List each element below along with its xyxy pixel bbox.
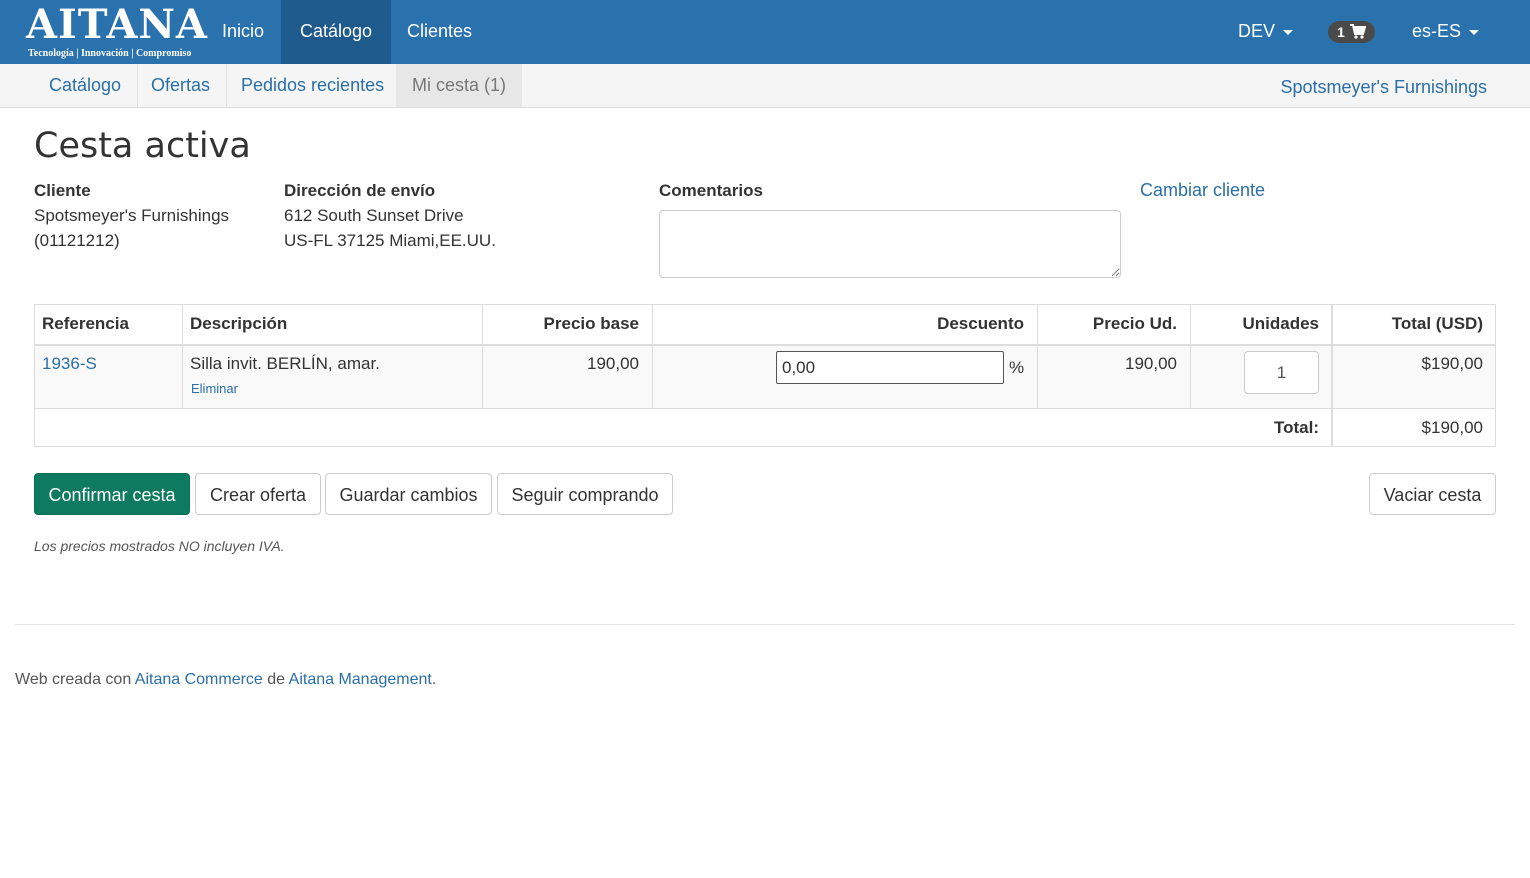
footer-suffix: .	[431, 671, 437, 688]
product-reference-link[interactable]: 1936-S	[42, 354, 97, 374]
subnav-catalogo[interactable]: Catálogo	[33, 64, 139, 107]
comments-label: Comentarios	[659, 181, 763, 200]
locale-dropdown[interactable]: es-ES	[1393, 0, 1498, 64]
client-code: (01121212)	[34, 231, 120, 250]
aitana-logo[interactable]: AITANA Tecnología | Innovación | Comprom…	[22, 3, 207, 61]
continue-shopping-button[interactable]: Seguir comprando	[497, 473, 673, 515]
header-descripcion: Descripción	[190, 314, 288, 333]
comments-textarea[interactable]	[659, 210, 1121, 278]
discount-percent-sign: %	[1009, 358, 1025, 377]
product-unit-price: 190,00	[1125, 354, 1177, 373]
top-navbar: AITANA Tecnología | Innovación | Comprom…	[0, 0, 1530, 64]
total-value: $190,00	[1421, 418, 1483, 437]
cart-icon	[1350, 24, 1366, 39]
cart-count: 1	[1337, 24, 1345, 40]
header-precio-base: Precio base	[543, 314, 639, 333]
confirm-cart-button[interactable]: Confirmar cesta	[34, 473, 190, 515]
header-descuento: Descuento	[937, 314, 1024, 333]
sub-navbar: Catálogo Ofertas Pedidos recientes Mi ce…	[0, 64, 1530, 108]
header-precio-ud: Precio Ud.	[1092, 314, 1177, 333]
subnav-mi-cesta[interactable]: Mi cesta (1)	[396, 64, 523, 107]
address-line-1: 612 South Sunset Drive	[284, 206, 464, 225]
total-label: Total:	[1273, 418, 1319, 437]
caret-down-icon	[1283, 29, 1294, 35]
logo-tagline: Tecnología | Innovación | Compromiso	[28, 48, 192, 59]
column-divider	[1331, 305, 1333, 447]
save-changes-button[interactable]: Guardar cambios	[325, 473, 492, 515]
footer-link-aitana-commerce[interactable]: Aitana Commerce	[135, 671, 263, 688]
caret-down-icon	[1469, 29, 1480, 35]
change-client-link[interactable]: Cambiar cliente	[1140, 180, 1265, 201]
current-customer-link[interactable]: Spotsmeyer's Furnishings	[1280, 64, 1487, 110]
header-divider	[35, 344, 1495, 346]
client-label: Cliente	[34, 181, 91, 200]
footer-middle: de	[262, 671, 289, 688]
address-line-2: US-FL 37125 Miami,EE.UU.	[284, 231, 496, 250]
column-divider	[182, 305, 183, 409]
vat-note: Los precios mostrados NO incluyen IVA.	[34, 538, 285, 554]
remove-item-link[interactable]: Eliminar	[191, 381, 238, 396]
env-dropdown[interactable]: DEV	[1219, 0, 1312, 64]
nav-clientes[interactable]: Clientes	[388, 0, 491, 64]
column-divider	[1037, 305, 1038, 409]
page-title: Cesta activa	[34, 126, 251, 166]
product-description: Silla invit. BERLÍN, amar.	[190, 354, 380, 373]
footer-link-aitana-management[interactable]: Aitana Management	[289, 671, 432, 688]
footer-prefix: Web creada con	[15, 671, 135, 688]
subnav-ofertas[interactable]: Ofertas	[135, 64, 228, 107]
nav-inicio[interactable]: Inicio	[203, 0, 283, 64]
locale-label: es-ES	[1412, 21, 1462, 41]
product-total: $190,00	[1421, 354, 1483, 373]
empty-cart-button[interactable]: Vaciar cesta	[1369, 473, 1496, 515]
column-divider	[652, 305, 653, 409]
quantity-input[interactable]: 1	[1244, 351, 1319, 394]
footer: Web creada con Aitana Commerce de Aitana…	[15, 671, 436, 689]
nav-catalogo[interactable]: Catálogo	[281, 0, 392, 64]
cart-table: Referencia Descripción Precio base Descu…	[34, 304, 1496, 447]
client-name: Spotsmeyer's Furnishings	[34, 206, 230, 225]
address-label: Dirección de envío	[284, 181, 436, 200]
subnav-pedidos-recientes[interactable]: Pedidos recientes	[225, 64, 402, 107]
column-divider	[1190, 305, 1191, 409]
header-total: Total (USD)	[1391, 314, 1483, 333]
cart-button[interactable]: 1	[1328, 21, 1375, 43]
logo-text: AITANA	[26, 1, 208, 48]
column-divider	[482, 305, 483, 409]
row-divider	[35, 408, 1495, 409]
create-offer-button[interactable]: Crear oferta	[195, 473, 321, 515]
header-unidades: Unidades	[1242, 314, 1319, 333]
header-referencia: Referencia	[42, 314, 129, 333]
discount-input[interactable]	[776, 351, 1004, 384]
product-base-price: 190,00	[587, 354, 639, 373]
env-label: DEV	[1238, 21, 1276, 41]
footer-divider	[15, 624, 1515, 625]
